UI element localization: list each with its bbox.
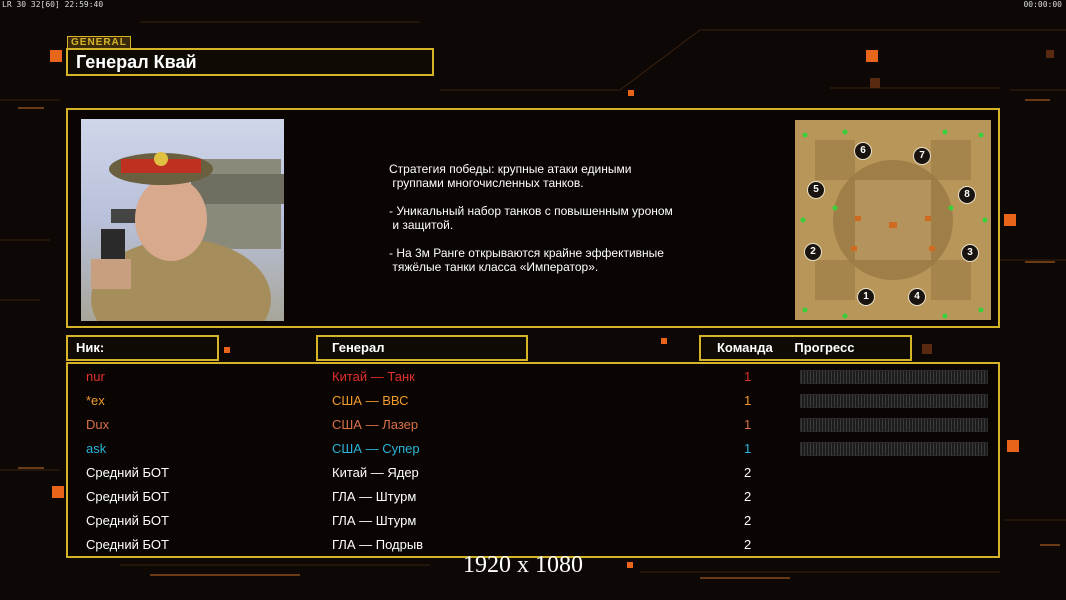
start-slot-2: 2 xyxy=(804,243,822,261)
player-team[interactable]: 2 xyxy=(744,533,751,557)
general-description: Стратегия победы: крупные атаки едиными … xyxy=(389,162,719,288)
player-nick: *ex xyxy=(86,393,105,408)
player-row[interactable]: *ex США — ВВС 1 xyxy=(68,389,998,413)
fps-counter: LR 30 32[60] 22:59:40 xyxy=(2,0,104,9)
header-nick-label: Ник: xyxy=(76,340,105,355)
start-slot-1: 1 xyxy=(857,288,875,306)
game-timer: 00:00:00 xyxy=(1023,0,1062,9)
player-nick: nur xyxy=(86,369,105,384)
player-nick: Средний БОТ xyxy=(86,513,169,528)
player-team[interactable]: 1 xyxy=(744,413,751,437)
player-general[interactable]: Китай — Танк xyxy=(332,365,415,389)
header-progress-label: Прогресс xyxy=(794,340,855,355)
resolution-label: 1920 x 1080 xyxy=(463,552,583,578)
player-team[interactable]: 1 xyxy=(744,365,751,389)
player-row[interactable]: Средний БОТ ГЛА — Штурм 2 xyxy=(68,485,998,509)
player-row[interactable]: nur Китай — Танк 1 xyxy=(68,365,998,389)
player-team[interactable]: 1 xyxy=(744,389,751,413)
minimap-terrain xyxy=(795,120,991,320)
player-general[interactable]: США — ВВС xyxy=(332,389,409,413)
start-slot-3: 3 xyxy=(961,244,979,262)
player-nick: ask xyxy=(86,441,107,456)
start-slot-8: 8 xyxy=(958,186,976,204)
portrait-illustration xyxy=(91,152,284,321)
player-general[interactable]: ГЛА — Штурм xyxy=(332,485,416,509)
minimap-preview: 6 7 5 8 2 3 1 4 xyxy=(795,120,991,320)
player-general[interactable]: США — Лазер xyxy=(332,413,418,437)
start-slot-6: 6 xyxy=(854,142,872,160)
player-team[interactable]: 2 xyxy=(744,485,751,509)
player-progress-bar xyxy=(800,418,988,432)
header-team-label: Команда xyxy=(717,340,773,355)
general-info-panel: Стратегия победы: крупные атаки едиными … xyxy=(66,108,1000,328)
player-list: nur Китай — Танк 1 *ex США — ВВС 1 Dux США — Ла… xyxy=(66,362,1000,558)
header-nick: Ник: xyxy=(66,335,219,361)
header-team-progress: Команда Прогресс xyxy=(699,335,912,361)
player-team[interactable]: 2 xyxy=(744,461,751,485)
player-general[interactable]: ГЛА — Штурм xyxy=(332,509,416,533)
player-nick: Средний БОТ xyxy=(86,537,169,552)
player-general[interactable]: Китай — Ядер xyxy=(332,461,419,485)
player-team[interactable]: 1 xyxy=(744,437,751,461)
player-general[interactable]: США — Супер xyxy=(332,437,420,461)
player-row[interactable]: Dux США — Лазер 1 xyxy=(68,413,998,437)
description-rank: - На 3м Ранге открываются крайне эффекти… xyxy=(389,246,664,274)
header-general-label: Генерал xyxy=(332,340,385,355)
player-team[interactable]: 2 xyxy=(744,509,751,533)
general-portrait xyxy=(81,119,284,321)
header-general: Генерал xyxy=(316,335,528,361)
general-title: Генерал Квай xyxy=(66,48,434,76)
player-progress-bar xyxy=(800,394,988,408)
player-nick: Dux xyxy=(86,417,110,432)
player-progress-bar xyxy=(800,370,988,384)
description-tanks: - Уникальный набор танков с повышенным у… xyxy=(389,204,673,232)
player-nick: Средний БОТ xyxy=(86,489,169,504)
player-row[interactable]: Средний БОТ ГЛА — Штурм 2 xyxy=(68,509,998,533)
start-slot-5: 5 xyxy=(807,181,825,199)
player-progress-bar xyxy=(800,442,988,456)
start-slot-4: 4 xyxy=(908,288,926,306)
player-row[interactable]: ask США — Супер 1 xyxy=(68,437,998,461)
player-row[interactable]: Средний БОТ Китай — Ядер 2 xyxy=(68,461,998,485)
start-slot-7: 7 xyxy=(913,147,931,165)
description-strategy: Стратегия победы: крупные атаки едиными … xyxy=(389,162,632,190)
player-general[interactable]: ГЛА — Подрыв xyxy=(332,533,423,557)
player-nick: Средний БОТ xyxy=(86,465,169,480)
